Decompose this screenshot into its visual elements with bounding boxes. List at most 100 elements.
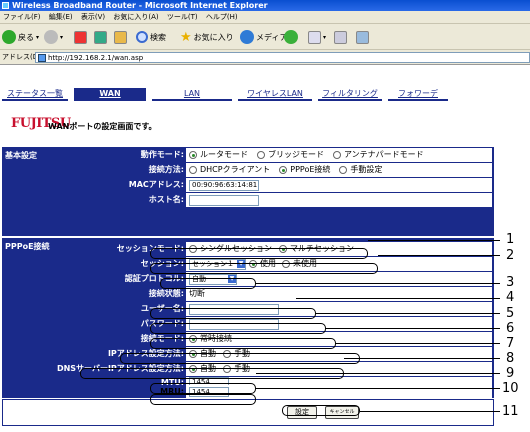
menu-view[interactable]: 表示(V): [81, 13, 105, 21]
mode-row: ルータモード ブリッジモード アンテナパードモード: [186, 148, 492, 162]
password-field[interactable]: [189, 318, 279, 330]
forward-arrow-icon: [44, 30, 58, 44]
session-label: セッション:: [140, 259, 184, 268]
stop-button[interactable]: [74, 28, 87, 46]
cancel-button[interactable]: キャンセル: [325, 406, 359, 419]
leader-1: [368, 240, 500, 241]
menu-favorites[interactable]: お気に入り(A): [113, 13, 158, 21]
mode-bridge-radio[interactable]: [257, 151, 265, 159]
session-unused-radio[interactable]: [282, 260, 290, 268]
status-value: 切断: [189, 289, 205, 298]
search-icon: [136, 31, 148, 43]
back-arrow-icon: [2, 30, 16, 44]
home-button[interactable]: [114, 28, 127, 46]
multi-session-radio[interactable]: [279, 245, 287, 253]
dns-auto-radio[interactable]: [189, 365, 197, 373]
print-icon: [334, 30, 347, 44]
mru-row: 1454: [186, 385, 492, 398]
mac-label: MACアドレス:: [128, 180, 184, 189]
pppoe-section-label: PPPoE接続: [5, 242, 50, 251]
mac-field[interactable]: 00:90:96:63:14:81: [189, 179, 259, 191]
ip-label: IPアドレス設定方法:: [107, 349, 184, 358]
media-button[interactable]: メディア: [240, 28, 287, 46]
action-area: 設定 キャンセル: [2, 399, 494, 426]
host-field[interactable]: [189, 194, 259, 206]
tab-wan[interactable]: WAN: [74, 88, 146, 101]
menu-tools[interactable]: ツール(T): [167, 13, 198, 21]
chevron-down-icon[interactable]: ▾: [36, 34, 39, 41]
history-icon: [284, 30, 298, 44]
address-input[interactable]: http://192.168.2.1/wan.asp: [35, 52, 530, 63]
tab-forwarding[interactable]: フォワーデ: [388, 88, 448, 101]
basic-section-label: 基本設定: [5, 151, 37, 160]
page-title: WANポートの設定画面です。: [48, 122, 157, 131]
callout-number-5: 5: [506, 306, 515, 321]
toolbar: 戻る ▾ ▾ 検索 ★ お気に入り メディア ▾: [0, 24, 530, 50]
single-session-radio[interactable]: [189, 245, 197, 253]
session-select[interactable]: セッション１ ▼: [189, 258, 246, 270]
page-icon: [38, 54, 46, 62]
chevron-down-icon: ▼: [228, 275, 236, 283]
edit-icon: [356, 30, 369, 44]
ip-manual-radio[interactable]: [223, 350, 231, 358]
back-button[interactable]: 戻る ▾: [2, 28, 39, 46]
chevron-down-icon: ▼: [237, 260, 245, 268]
leader-5: [316, 313, 500, 314]
conn-row: DHCPクライアント PPPoE接続 手動設定: [186, 163, 492, 177]
menu-edit[interactable]: 編集(E): [49, 13, 73, 21]
mail-button[interactable]: ▾: [308, 28, 326, 46]
basic-settings-section: 基本設定 動作モード: ルータモード ブリッジモード アンテナパードモード 接続…: [2, 147, 494, 236]
chevron-down-icon[interactable]: ▾: [323, 34, 326, 41]
dns-manual-radio[interactable]: [223, 365, 231, 373]
search-button[interactable]: 検索: [136, 28, 166, 46]
ip-auto-radio[interactable]: [189, 350, 197, 358]
home-icon: [114, 30, 127, 44]
mru-field[interactable]: 1454: [189, 386, 229, 397]
leader-8: [344, 358, 500, 359]
conn-manual-radio[interactable]: [339, 166, 348, 174]
conn-dhcp-radio[interactable]: [189, 166, 197, 174]
star-icon: ★: [180, 29, 192, 45]
callout-number-7: 7: [506, 336, 515, 351]
favorites-button[interactable]: ★ お気に入り: [180, 28, 234, 46]
tab-lan[interactable]: LAN: [152, 88, 232, 101]
session-mode-label: セッションモード:: [116, 244, 184, 253]
history-button[interactable]: [284, 28, 298, 46]
chevron-down-icon[interactable]: ▾: [60, 34, 63, 41]
mail-icon: [308, 30, 321, 44]
leader-3: [256, 283, 500, 284]
session-use-radio[interactable]: [249, 260, 257, 268]
media-icon: [240, 30, 254, 44]
callout-number-8: 8: [506, 351, 515, 366]
callout-number-1: 1: [506, 232, 515, 247]
refresh-button[interactable]: [94, 28, 107, 46]
tab-wireless-lan[interactable]: ワイヤレスLAN: [238, 88, 312, 101]
conn-pppoe-radio[interactable]: [279, 166, 288, 174]
auth-select[interactable]: 自動 ▼: [189, 273, 237, 285]
tab-bar: ステータス一覧 WAN LAN ワイヤレスLAN フィルタリング フォワーデ: [2, 88, 530, 102]
menu-help[interactable]: ヘルプ(H): [206, 13, 238, 21]
mru-section: MRU: 1454: [2, 385, 494, 398]
session-mode-row: シングルセッション マルチセッション: [186, 242, 492, 256]
edit-button[interactable]: [356, 28, 369, 46]
leader-6: [326, 328, 500, 329]
ie-window: Wireless Broadband Router - Microsoft In…: [0, 0, 530, 432]
mode-antenna-radio[interactable]: [333, 151, 341, 159]
tab-status[interactable]: ステータス一覧: [2, 88, 68, 101]
username-field[interactable]: [189, 303, 279, 315]
mode-router-radio[interactable]: [189, 151, 197, 159]
user-label: ユーザー名:: [140, 304, 184, 313]
mac-row: 00:90:96:63:14:81: [186, 178, 492, 192]
ie-icon: [2, 2, 9, 9]
always-on-radio[interactable]: [189, 335, 197, 343]
menu-file[interactable]: ファイル(F): [3, 13, 41, 21]
forward-button[interactable]: ▾: [44, 28, 63, 46]
leader-7: [336, 343, 500, 344]
menu-bar: ファイル(F) 編集(E) 表示(V) お気に入り(A) ツール(T) ヘルプ(…: [0, 11, 530, 24]
print-button[interactable]: [334, 28, 347, 46]
address-url: http://192.168.2.1/wan.asp: [48, 54, 144, 62]
connmode-label: 接続モード:: [140, 334, 184, 343]
pass-label: パスワード:: [140, 319, 184, 328]
tab-filtering[interactable]: フィルタリング: [318, 88, 382, 101]
set-button[interactable]: 設定: [287, 406, 317, 419]
